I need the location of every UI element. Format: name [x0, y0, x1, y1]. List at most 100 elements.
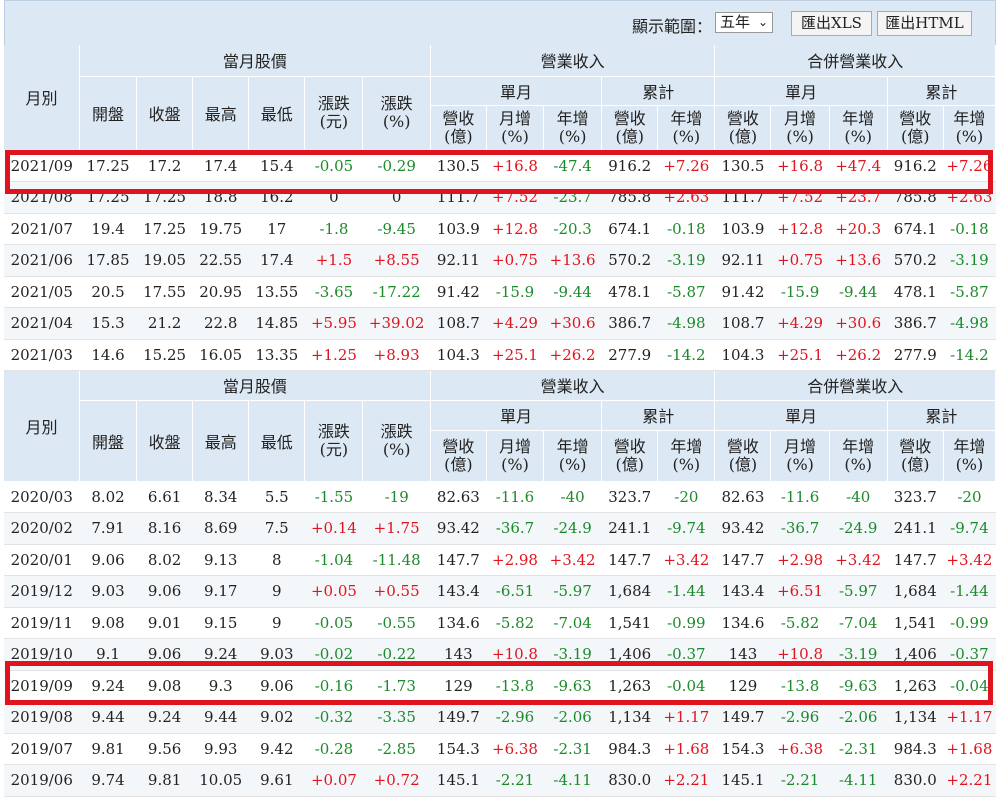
data-cell: 17.2 — [136, 150, 193, 182]
data-cell: 91.42 — [430, 276, 487, 308]
header-line: 年增 — [842, 108, 875, 128]
cell-month: 2020/03 — [4, 481, 80, 513]
column-header-change-pct: 漲跌 (%) — [362, 76, 431, 151]
data-cell: 147.7 — [601, 544, 658, 576]
data-cell: 18.8 — [192, 181, 249, 214]
header-line: 營收 — [726, 108, 759, 128]
header-line: 漲跌 — [380, 94, 413, 113]
data-cell: 9.06 — [79, 544, 137, 576]
data-cell: +13.6 — [543, 244, 602, 277]
column-header-mom-pct: 月增 (%) — [486, 105, 545, 151]
cell-month: 2019/06 — [4, 764, 80, 797]
column-header-mom-pct: 月增 (%) — [770, 430, 830, 482]
header-line: (億) — [728, 454, 758, 474]
header-line: 漲跌 — [317, 421, 350, 441]
data-cell: 154.3 — [430, 733, 487, 765]
data-cell: 17.25 — [79, 150, 137, 182]
data-cell: +3.42 — [829, 544, 888, 576]
cell-month: 2019/10 — [4, 638, 80, 671]
range-select-value: 五年 — [720, 13, 751, 31]
data-cell: -0.55 — [362, 607, 431, 639]
data-cell: 1,406 — [601, 638, 658, 671]
data-cell: 19.4 — [79, 213, 137, 245]
data-cell: +7.52 — [486, 181, 544, 214]
column-header-yoy-pct: 年增 (%) — [943, 430, 997, 482]
data-cell: 14.6 — [79, 339, 137, 371]
header-line: 營收 — [613, 436, 646, 456]
data-cell: +26.2 — [543, 339, 602, 371]
data-cell: 13.55 — [248, 276, 305, 308]
data-cell: +0.07 — [304, 764, 363, 797]
data-cell: -14.2 — [943, 339, 996, 371]
data-cell: 9.1 — [79, 638, 137, 671]
data-cell: -0.04 — [657, 670, 715, 702]
data-cell: 7.91 — [79, 512, 137, 545]
column-header-rev-100m: 營收 (億) — [714, 105, 772, 151]
data-cell: 785.8 — [601, 181, 658, 214]
data-cell: 1,134 — [601, 701, 658, 734]
column-header-rev-100m: 營收 (億) — [887, 105, 944, 151]
subheader-cumulative: 累計 — [887, 400, 997, 431]
data-cell: +3.42 — [657, 544, 715, 576]
header-line: (%) — [382, 112, 411, 131]
column-header-month: 月別 — [4, 371, 80, 482]
header-line: (%) — [955, 126, 984, 146]
data-cell: 9.06 — [248, 670, 305, 702]
data-cell: 5.5 — [248, 481, 305, 513]
data-cell: +23.7 — [829, 181, 888, 214]
data-cell: 9.06 — [136, 638, 193, 671]
data-cell: 111.7 — [714, 181, 771, 214]
header-line: (%) — [955, 454, 984, 474]
cell-month: 2021/09 — [4, 150, 80, 182]
data-cell: 984.3 — [887, 733, 944, 765]
data-cell: -9.74 — [657, 512, 715, 545]
data-cell: 15.25 — [136, 339, 193, 371]
data-cell: -15.9 — [770, 276, 830, 308]
table-row: 2019/07 9.81 9.56 9.93 9.42 -0.28 -2.85 154.3 +6… — [4, 733, 996, 765]
data-cell: 9.13 — [192, 544, 249, 576]
data-cell: +25.1 — [486, 339, 544, 371]
data-cell: 9.3 — [192, 670, 249, 702]
export-html-button[interactable]: 匯出HTML — [877, 11, 972, 36]
data-cell: 22.8 — [192, 307, 249, 340]
table-row: 2019/06 9.74 9.81 10.05 9.61 +0.07 +0.72 145.1-… — [4, 764, 996, 797]
header-line: 年增 — [556, 108, 589, 128]
data-cell: -24.9 — [543, 512, 602, 545]
export-xls-button[interactable]: 匯出XLS — [791, 11, 872, 36]
data-cell: 1,263 — [601, 670, 658, 702]
data-cell: 82.63 — [430, 481, 487, 513]
data-cell: +7.26 — [943, 150, 996, 182]
column-header-high: 最高 — [192, 400, 250, 482]
cell-month: 2021/06 — [4, 244, 80, 277]
data-cell: -1.04 — [304, 544, 363, 576]
table-row: 2021/09 17.25 17.2 17.4 15.4 -0.05 -0.29 130.5 +… — [4, 150, 996, 182]
revenue-table-1: 月別 當月股價 營業收入 合併營業收入 開盤 收盤 最高 最低 漲跌 (元) 漲跌 (%) 單月 累計 單月… — [4, 45, 997, 371]
data-cell: 8.02 — [79, 481, 137, 513]
header-line: 月增 — [784, 108, 817, 128]
data-cell: 9 — [248, 607, 305, 639]
header-line: (億) — [615, 454, 644, 474]
data-cell: -1.55 — [304, 481, 363, 513]
data-cell: 9.03 — [79, 575, 137, 608]
range-select[interactable]: 五年 ⌄ — [715, 12, 773, 33]
data-cell: -0.22 — [362, 638, 431, 671]
data-cell: 17.55 — [136, 276, 193, 308]
data-cell: +26.2 — [829, 339, 888, 371]
data-cell: 8.69 — [192, 512, 249, 545]
data-cell: -2.31 — [829, 733, 888, 765]
toolbar: 顯示範圍： 五年 ⌄ 匯出XLS 匯出HTML — [4, 0, 996, 45]
table-row: 2020/01 9.06 8.02 9.13 8 -1.04 -11.48 147.7 +2.9… — [4, 544, 996, 576]
header-line: (%) — [786, 454, 814, 474]
data-cell: -1.44 — [943, 575, 996, 608]
data-cell: 147.7 — [430, 544, 487, 576]
column-header-yoy-pct: 年增 (%) — [657, 105, 716, 151]
data-cell: -0.18 — [943, 213, 996, 245]
data-cell: 8.34 — [192, 481, 249, 513]
range-label: 顯示範圍： — [632, 17, 713, 36]
data-cell: 9.93 — [192, 733, 249, 765]
data-cell: 9.24 — [192, 638, 249, 671]
data-cell: 82.63 — [714, 481, 771, 513]
data-cell: -2.06 — [829, 701, 888, 734]
data-cell: -9.44 — [543, 276, 602, 308]
data-cell: 92.11 — [430, 244, 487, 277]
